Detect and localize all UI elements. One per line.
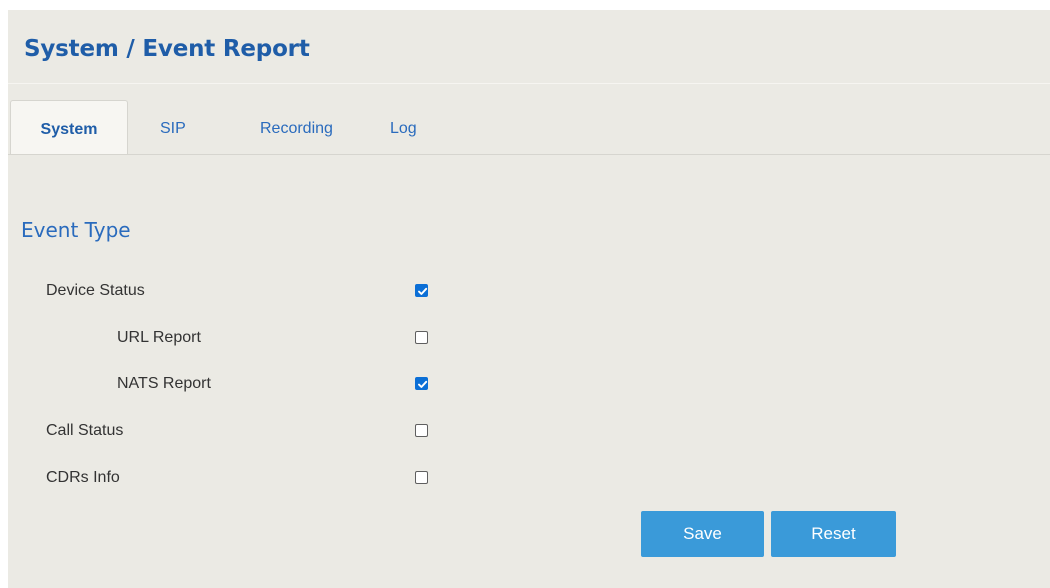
tab-bar: System SIP Recording Log	[8, 100, 1050, 155]
call-status-label: Call Status	[46, 422, 124, 439]
checkmark-icon	[418, 287, 428, 295]
save-button[interactable]: Save	[641, 511, 764, 557]
reset-button[interactable]: Reset	[771, 511, 896, 557]
cdrs-info-label: CDRs Info	[46, 469, 120, 486]
nats-report-checkbox[interactable]	[415, 377, 428, 390]
device-status-checkbox[interactable]	[415, 284, 428, 297]
tab-divider	[8, 154, 1050, 155]
url-report-label: URL Report	[117, 329, 201, 346]
settings-panel: System / Event Report System SIP Recordi…	[8, 10, 1050, 588]
tab-log[interactable]: Log	[390, 100, 417, 155]
url-report-checkbox[interactable]	[415, 331, 428, 344]
title-divider	[8, 83, 1050, 84]
page-canvas: System / Event Report System SIP Recordi…	[0, 0, 1050, 588]
page-title: System / Event Report	[24, 36, 310, 62]
checkmark-icon	[418, 380, 428, 388]
event-type-heading: Event Type	[21, 218, 131, 242]
tab-recording[interactable]: Recording	[260, 100, 333, 155]
tab-system[interactable]: System	[10, 100, 128, 155]
call-status-checkbox[interactable]	[415, 424, 428, 437]
cdrs-info-checkbox[interactable]	[415, 471, 428, 484]
device-status-label: Device Status	[46, 282, 145, 299]
nats-report-label: NATS Report	[117, 375, 211, 392]
tab-sip[interactable]: SIP	[160, 100, 186, 155]
